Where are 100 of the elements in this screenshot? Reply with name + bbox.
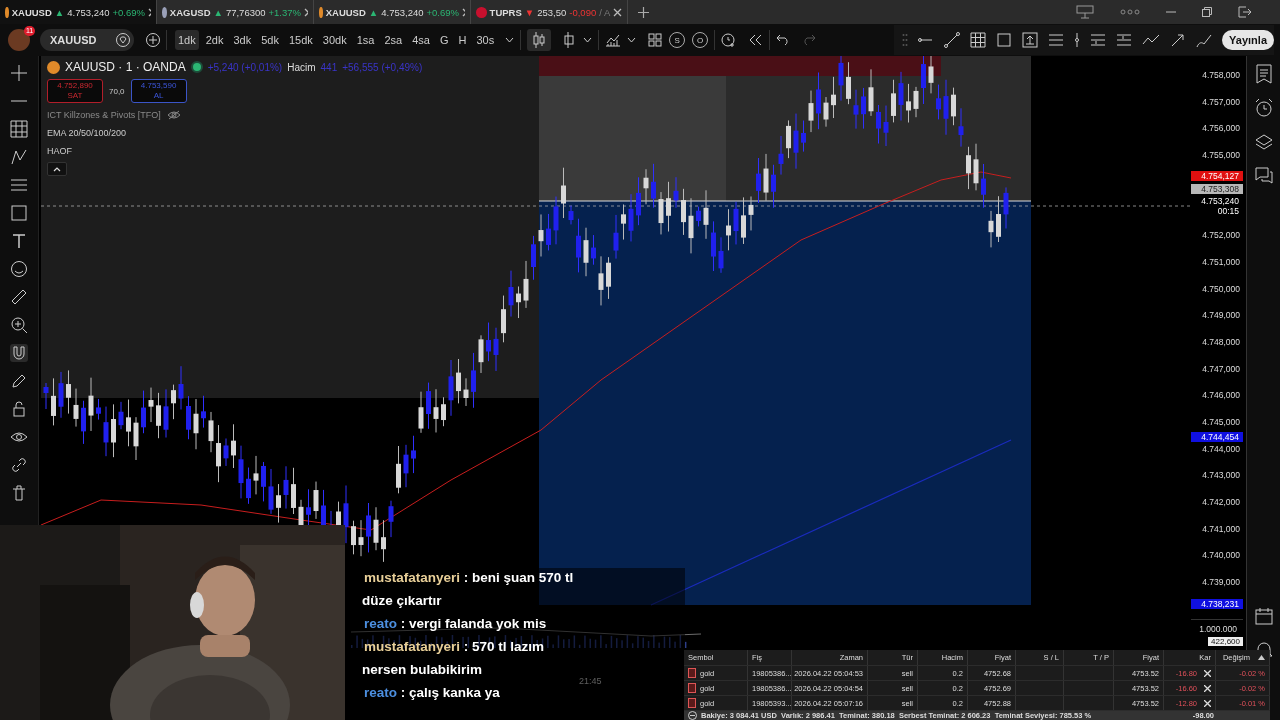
symbol-tab[interactable]: XAUUSD ▲ 4.753,240 +0.69% [0,0,157,24]
spread-value: 70,0 [109,86,125,96]
time-axis-label: 21:45 [579,676,602,686]
collapse-button[interactable] [47,162,67,176]
price-tick: 4.744,000 [1201,443,1241,454]
symbol-search-field[interactable]: XAUUSD [40,29,134,51]
price-tick: 4.745,000 [1201,416,1241,427]
watchlist-icon[interactable] [1253,64,1274,84]
volume-value: 441 [320,61,338,73]
measure-icon[interactable] [1022,32,1039,48]
price-tick: 4.739,000 [1201,577,1241,588]
collapse-icon[interactable] [688,711,697,720]
trend-arrow: ▼ [524,6,535,18]
interval-button[interactable]: 30s [473,30,498,50]
indicator-name[interactable]: HAOF [47,145,72,156]
layout-icon[interactable] [1076,5,1094,19]
tab-change: +1.37% [268,6,302,18]
link-icon[interactable] [10,456,28,474]
pencil-icon[interactable] [10,372,28,390]
alarm-icon[interactable] [1253,98,1274,118]
indicators-icon[interactable] [605,33,622,47]
lock-icon[interactable] [10,400,28,418]
fib-icon[interactable] [10,176,28,194]
add-tab-icon[interactable] [638,6,649,18]
interval-button[interactable]: 1sa [353,30,378,50]
trend-arrow: ▲ [368,6,379,18]
alarm-add-icon[interactable] [721,32,738,48]
tab-symbol: TUPRS [489,6,522,18]
grid-icon[interactable] [10,120,28,138]
compare-add-icon[interactable] [146,33,160,47]
lines-icon[interactable] [1048,32,1065,48]
drag-handle-icon[interactable] [902,33,909,47]
vertical-line-icon[interactable] [1074,32,1081,48]
price-tick: 4.749,000 [1201,310,1241,321]
rectangle-icon[interactable] [996,32,1013,48]
interval-button[interactable]: 1dk [175,30,199,50]
indicator-name[interactable]: ICT Killzones & Pivots [TFO] [47,109,161,120]
interval-button[interactable]: 5dk [258,30,282,50]
more-icon[interactable] [1120,9,1140,15]
text-icon[interactable] [10,232,28,250]
interval-button[interactable]: 3dk [230,30,255,50]
interval-button[interactable]: 4sa [409,30,433,50]
rect-icon[interactable] [10,204,28,222]
price-tick: 4.750,000 [1201,283,1241,294]
diamond-plus-icon[interactable] [116,33,130,47]
interval-button[interactable]: G [436,30,452,50]
trend-line-icon[interactable] [944,32,961,48]
ruler-icon[interactable] [10,288,28,306]
grid-icon[interactable] [970,32,987,48]
brush-icon[interactable] [1196,32,1213,48]
restore-icon[interactable] [1202,7,1212,17]
interval-button[interactable]: H [455,30,470,50]
price-tick: 4.756,000 [1201,123,1241,134]
sort-icon [1258,655,1265,660]
layout-grid-icon[interactable] [648,33,663,47]
arrow-icon[interactable] [1170,32,1187,48]
pattern-icon[interactable] [10,148,28,166]
price-tick: 4.757,000 [1201,96,1241,107]
zoom-icon[interactable] [10,316,28,334]
price-tag: 4.754,127 [1191,171,1243,181]
price-tick: 4.758,000 [1201,70,1241,80]
trash-icon[interactable] [10,484,28,502]
price-tick: 4.741,000 [1201,523,1241,534]
chevron-down-icon[interactable] [583,37,593,43]
price-tick: 4.743,000 [1201,470,1241,481]
tab-price: 77,76300 [225,6,266,18]
chart-title[interactable]: XAUUSD · 1 · OANDA [65,60,186,74]
candles-icon[interactable] [527,29,552,51]
price-tick: 4.742,000 [1201,497,1241,507]
volume-change: +56,555 (+0,49%) [342,61,423,73]
indicator-name[interactable]: EMA 20/50/100/200 [47,127,127,138]
exit-icon[interactable] [1238,6,1252,18]
price-tick: 4.751,000 [1201,256,1241,267]
interval-button[interactable]: 2sa [381,30,406,50]
chevron-down-icon[interactable] [505,37,515,43]
price-tick: 4.748,000 [1201,336,1241,347]
undo-icon[interactable] [776,34,791,46]
redo-icon[interactable] [802,34,817,46]
price-change: +5,240 (+0,01%) [207,61,283,73]
crosshair-icon[interactable] [10,64,28,82]
long-position-icon[interactable] [1116,32,1133,48]
eye-off-icon[interactable] [166,109,181,120]
rewind-icon[interactable] [749,34,764,46]
publish-button[interactable]: Yayınla [1222,30,1274,50]
calendar-icon[interactable] [1253,606,1274,626]
tab-price: 4.753,240 [67,6,110,18]
interval-button[interactable]: 15dk [286,30,316,50]
price-tag: 4.744,454 [1191,432,1243,442]
interval-button[interactable]: 2dk [202,30,227,50]
price-tag: 4.753,308 [1191,184,1243,194]
layers-icon[interactable] [1253,132,1274,152]
sell-button[interactable]: 4.752,890 SAT [47,79,103,103]
short-position-icon[interactable] [1090,32,1107,48]
volume-label: Hacim [287,61,316,73]
price-tick: 4.755,000 [1201,150,1241,161]
interval-button[interactable]: 30dk [319,30,350,50]
magnet-icon[interactable] [10,344,28,362]
chat-icon[interactable] [1253,166,1274,186]
chevron-down-icon[interactable] [627,37,637,43]
emoji-icon[interactable] [10,260,28,278]
